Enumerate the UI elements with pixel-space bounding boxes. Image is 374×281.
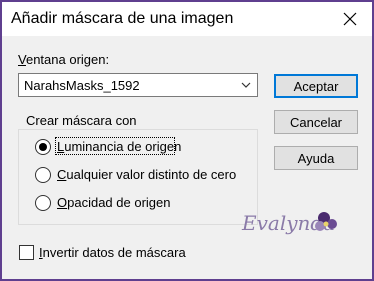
radio-any-nonzero-mnemonic: C	[57, 167, 67, 182]
watermark-logo: Evalynda	[241, 211, 337, 235]
radio-opacity-circle[interactable]	[35, 195, 51, 211]
invert-mask-option[interactable]: Invertir datos de máscara	[19, 244, 219, 264]
radio-any-nonzero[interactable]: Cualquier valor distinto de cero	[35, 166, 255, 186]
source-window-selected-value: NarahsMasks_1592	[24, 78, 140, 93]
cancel-button[interactable]: Cancelar	[274, 110, 358, 134]
radio-luminance-label: Luminancia de origen	[55, 137, 181, 155]
radio-opacity-label: Opacidad de origen	[57, 195, 170, 210]
invert-mask-label: Invertir datos de máscara	[39, 245, 186, 260]
close-button[interactable]	[334, 6, 366, 32]
title-bar: Añadir máscara de una imagen	[2, 2, 372, 36]
radio-any-nonzero-circle[interactable]	[35, 167, 51, 183]
radio-opacity[interactable]: Opacidad de origen	[35, 194, 235, 214]
invert-mask-checkbox[interactable]	[19, 245, 34, 260]
radio-selected-dot	[39, 143, 47, 151]
invert-mask-label-rest: nvertir datos de máscara	[42, 245, 186, 260]
source-window-label: Ventana origen:	[18, 52, 109, 67]
window-title: Añadir máscara de una imagen	[11, 10, 234, 27]
source-window-label-rest: entana origen:	[25, 52, 110, 67]
chevron-down-icon	[241, 82, 251, 88]
radio-any-nonzero-label: Cualquier valor distinto de cero	[57, 167, 236, 182]
create-mask-group-label: Crear máscara con	[23, 113, 140, 128]
dialog-window: Añadir máscara de una imagen Ventana ori…	[2, 2, 372, 279]
source-window-label-mnemonic: V	[18, 52, 26, 67]
radio-opacity-label-rest: pacidad de origen	[67, 195, 171, 210]
source-window-select[interactable]: NarahsMasks_1592	[18, 73, 258, 97]
close-icon	[343, 12, 357, 26]
radio-luminance[interactable]: Luminancia de origen	[35, 137, 235, 158]
radio-any-nonzero-label-rest: ualquier valor distinto de cero	[66, 167, 237, 182]
help-button[interactable]: Ayuda	[274, 146, 358, 170]
focus-rectangle	[55, 137, 175, 155]
accept-button[interactable]: Aceptar	[274, 74, 358, 98]
radio-opacity-mnemonic: O	[57, 195, 68, 210]
radio-luminance-circle[interactable]	[35, 139, 51, 155]
